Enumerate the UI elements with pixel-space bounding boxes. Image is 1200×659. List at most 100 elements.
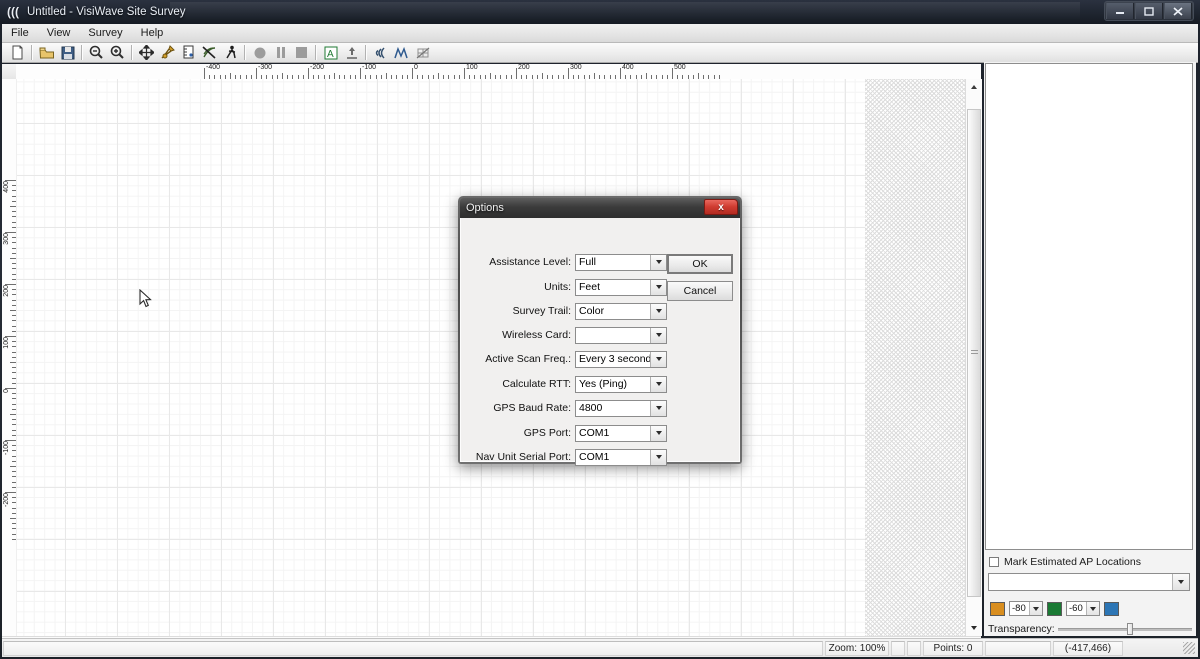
status-coords: (-417,466) [1053, 640, 1123, 656]
ruler-tick [5, 388, 16, 389]
text-annotation-icon[interactable]: A [320, 43, 341, 62]
ruler-tick [412, 68, 413, 79]
triangle-down-glyph [655, 260, 662, 264]
chevron-down-icon[interactable] [650, 303, 666, 319]
ruler-label: -200 [309, 64, 326, 71]
chevron-down-icon[interactable] [650, 254, 666, 270]
low-signal-swatch[interactable] [990, 601, 1005, 616]
move-arrows-icon[interactable] [136, 43, 157, 62]
wifi-signal-icon[interactable] [370, 43, 391, 62]
chevron-down-icon[interactable] [650, 400, 666, 416]
chevron-down-icon[interactable] [1086, 602, 1099, 615]
slider-thumb[interactable] [1126, 623, 1133, 635]
antenna-strike-icon[interactable] [199, 43, 220, 62]
mark-estimated-ap-checkbox[interactable] [989, 557, 999, 567]
wireless-card-combobox[interactable] [575, 326, 667, 344]
window-title: Untitled - VisiWave Site Survey [27, 6, 186, 18]
gps-baud-rate-combobox[interactable]: 4800 [575, 399, 667, 417]
scroll-up-button[interactable] [966, 79, 982, 95]
ruler-label: -400 [205, 64, 222, 71]
units-combobox[interactable]: Feet [575, 278, 667, 296]
assistance-level-combobox[interactable]: Full [575, 253, 667, 271]
ap-list[interactable] [985, 63, 1193, 550]
cancel-button[interactable]: Cancel [667, 281, 733, 301]
chevron-down-icon[interactable] [650, 351, 666, 367]
active-scan-freq-label: Active Scan Freq.: [485, 353, 571, 365]
horizontal-ruler: -400 -300 -200 -100 0 100 200 300 400 500 [16, 64, 981, 80]
mark-estimated-ap-row[interactable]: Mark Estimated AP Locations [989, 556, 1141, 568]
ruler-label: -300 [257, 64, 274, 71]
toolbar-separator [315, 45, 317, 60]
ruler-tick [672, 68, 673, 79]
ok-button[interactable]: OK [667, 254, 733, 274]
pause-icon[interactable] [270, 43, 291, 62]
grid-cut-icon[interactable] [412, 43, 433, 62]
chevron-up-icon [971, 85, 977, 89]
toolbar: A [2, 43, 1198, 63]
units-label: Units: [544, 281, 571, 293]
maximize-button[interactable] [1135, 3, 1163, 19]
minimize-button[interactable] [1106, 3, 1134, 19]
calculate-rtt-combobox[interactable]: Yes (Ping) [575, 375, 667, 393]
transparency-row: Transparency: [988, 622, 1192, 636]
chevron-down-icon[interactable] [650, 327, 666, 343]
scale-ruler-icon[interactable] [178, 43, 199, 62]
canvas-vertical-scrollbar[interactable] [965, 79, 982, 636]
chevron-down-icon[interactable] [1172, 574, 1189, 590]
zoom-in-icon[interactable] [107, 43, 128, 62]
vertical-scroll-thumb[interactable] [967, 109, 981, 597]
pushpin-icon[interactable] [157, 43, 178, 62]
chevron-down-icon[interactable] [650, 425, 666, 441]
menu-item-file[interactable]: File [2, 26, 38, 40]
ruler-tick [5, 232, 16, 233]
menu-item-view[interactable]: View [38, 26, 80, 40]
mid-signal-swatch[interactable] [1047, 601, 1062, 616]
new-document-icon[interactable] [7, 43, 28, 62]
window-resize-grip-icon[interactable] [1183, 642, 1195, 654]
transparency-slider[interactable] [1057, 622, 1192, 636]
status-cell-blank-4 [985, 640, 1051, 656]
dialog-close-button[interactable]: x [704, 199, 738, 215]
survey-trail-combobox[interactable]: Color [575, 302, 667, 320]
chevron-down-icon[interactable] [650, 376, 666, 392]
mid-threshold-combobox[interactable]: -60 [1066, 601, 1100, 616]
ruler-label: 0 [413, 64, 419, 71]
menu-item-help[interactable]: Help [132, 26, 173, 40]
calculate-rtt-label: Calculate RTT: [502, 378, 571, 390]
ruler-label: 400 [3, 181, 10, 193]
ruler-tick [360, 68, 361, 79]
ruler-tick [464, 68, 465, 79]
active-scan-freq-combobox[interactable]: Every 3 seconds ( [575, 350, 667, 368]
waveform-icon[interactable] [391, 43, 412, 62]
chevron-down-icon[interactable] [650, 279, 666, 295]
triangle-down-glyph [655, 309, 662, 313]
low-threshold-combobox[interactable]: -80 [1009, 601, 1043, 616]
record-circle-icon[interactable] [249, 43, 270, 62]
triangle-down-glyph [655, 357, 662, 361]
survey-trail-label: Survey Trail: [512, 305, 571, 317]
close-button[interactable] [1164, 3, 1192, 19]
zoom-out-icon[interactable] [86, 43, 107, 62]
ruler-tick [308, 68, 309, 79]
status-bar: Zoom: 100% Points: 0 (-417,466) [2, 638, 1198, 657]
save-disk-icon[interactable] [57, 43, 78, 62]
options-dialog: Options x Assistance Level: Full Units: … [458, 196, 742, 466]
menu-item-survey[interactable]: Survey [79, 26, 131, 40]
scroll-down-button[interactable] [966, 620, 982, 636]
chevron-down-icon[interactable] [650, 449, 666, 465]
ap-selector-combobox[interactable] [988, 573, 1190, 591]
walking-person-icon[interactable] [220, 43, 241, 62]
ruler-label: 100 [3, 337, 10, 349]
high-signal-swatch[interactable] [1104, 601, 1119, 616]
assistance-level-value: Full [579, 256, 596, 268]
gps-port-combobox[interactable]: COM1 [575, 424, 667, 442]
ruler-tick [568, 68, 569, 79]
open-folder-icon[interactable] [36, 43, 57, 62]
export-upload-icon[interactable] [341, 43, 362, 62]
nav-unit-serial-port-combobox[interactable]: COM1 [575, 448, 667, 466]
status-points: Points: 0 [923, 640, 983, 656]
stop-square-icon[interactable] [291, 43, 312, 62]
chevron-down-icon[interactable] [1029, 602, 1042, 615]
triangle-down-glyph [655, 406, 662, 410]
gps-baud-rate-value: 4800 [579, 402, 603, 414]
